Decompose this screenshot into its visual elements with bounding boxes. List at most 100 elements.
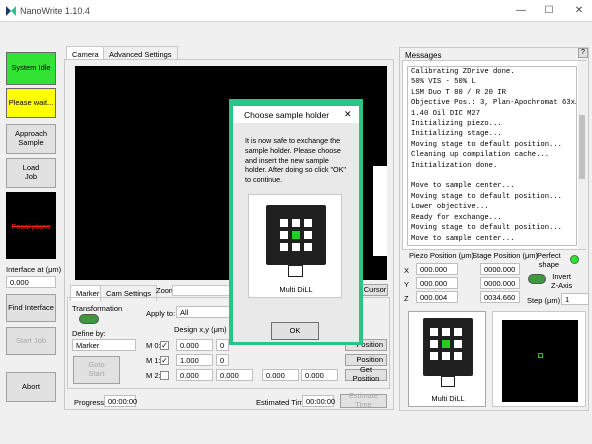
holder-well <box>304 219 312 227</box>
zoom-slider[interactable] <box>172 285 232 296</box>
app-logo-icon <box>6 6 16 16</box>
messages-scrollbar[interactable] <box>578 61 586 249</box>
axis-z-label: Z <box>404 294 409 303</box>
message-line: 1.40 Oil DIC M27 <box>411 109 481 118</box>
focal-plane-label: Focal plane <box>11 222 51 231</box>
stage-z-field: 0034.660 <box>480 291 520 303</box>
stage-map-area <box>502 320 578 402</box>
holder-option[interactable]: Multi DiLL <box>248 194 342 298</box>
holder-well <box>304 243 312 251</box>
abort-button[interactable]: Abort <box>6 372 56 402</box>
invert-z-label: Invert Z-Axis <box>551 272 573 290</box>
transformation-label: Transformation <box>72 304 123 313</box>
perfect-shape-led <box>570 255 579 264</box>
m2-y-field[interactable]: 0.000 <box>216 369 253 381</box>
m2-checkbox[interactable] <box>160 371 169 380</box>
define-by-select[interactable]: Marker <box>72 339 136 351</box>
holder-preview-tab <box>441 376 455 387</box>
holder-well <box>430 328 438 336</box>
invert-z-toggle[interactable] <box>528 274 546 284</box>
holder-well <box>442 328 450 336</box>
interface-label: Interface at (μm) <box>6 265 62 274</box>
holder-well <box>454 340 462 348</box>
interface-value-field[interactable]: 0.000 <box>6 276 56 288</box>
m0-x-field[interactable]: 0.000 <box>176 339 213 351</box>
perfect-shape-label: Perfect shape <box>537 251 561 269</box>
apply-to-select[interactable]: All <box>176 306 232 318</box>
holder-well <box>292 231 300 239</box>
m0-y-field[interactable]: 0 <box>216 339 229 351</box>
scrollbar-thumb[interactable] <box>579 115 585 179</box>
minimize-icon[interactable]: — <box>514 4 528 18</box>
window-title: NanoWrite 1.10.4 <box>20 6 90 16</box>
holder-preview-image <box>423 318 473 376</box>
message-line: Initializing stage... <box>411 130 502 139</box>
holder-preview: Multi DiLL <box>408 311 486 407</box>
stage-map <box>492 311 586 407</box>
camera-feature <box>373 166 387 256</box>
holder-well <box>280 219 288 227</box>
message-line: Moving stage to default position... <box>411 244 573 246</box>
stage-position-label: Stage Position (μm) <box>472 251 539 260</box>
help-button[interactable]: ? <box>578 48 588 58</box>
approach-sample-button[interactable]: Approach Sample <box>6 124 56 154</box>
message-line: Initialization done. <box>411 161 498 170</box>
holder-well <box>280 231 288 239</box>
find-interface-button[interactable]: Find Interface <box>6 294 56 322</box>
dialog-message: It is now safe to exchange the sample ho… <box>245 136 346 185</box>
step-label: Step (μm) <box>527 296 561 305</box>
holder-well <box>292 243 300 251</box>
piezo-x-field: 000.000 <box>416 263 458 275</box>
system-idle-indicator: System Idle <box>6 52 56 85</box>
get-position-button[interactable]: Get Position <box>345 366 387 383</box>
apply-to-label: Apply to: <box>146 309 176 318</box>
m1-y-field[interactable]: 0 <box>216 354 229 366</box>
cursor-button[interactable]: Cursor <box>362 284 388 296</box>
message-line: Cleaning up compilation cache... <box>411 151 550 160</box>
close-icon[interactable]: ✕ <box>572 4 586 18</box>
please-wait-indicator: Please wait... <box>6 88 56 118</box>
message-line: Moving stage to default position... <box>411 140 562 149</box>
axis-x-label: X <box>404 266 410 275</box>
start-job-button[interactable]: Start Job <box>6 327 56 355</box>
message-line: 50% VIS - 50% L <box>411 78 476 87</box>
holder-well <box>430 352 438 360</box>
message-line: Calibrating ZDrive done. <box>411 68 515 76</box>
holder-well <box>454 352 462 360</box>
holder-well <box>442 352 450 360</box>
ok-button[interactable]: OK <box>271 322 319 340</box>
progress-value: 00:00:00 <box>104 395 137 407</box>
m1-label: M 1: <box>146 356 161 365</box>
define-by-label: Define by: <box>72 329 106 338</box>
message-line: Objective Pos.: 3, Plan-Apochromat 63x/ <box>411 99 577 108</box>
holder-well <box>280 243 288 251</box>
piezo-z-field: 000.004 <box>416 291 458 303</box>
message-line: Moving stage to default position... <box>411 224 562 233</box>
maximize-icon[interactable]: ☐ <box>542 4 556 18</box>
title-bar: NanoWrite 1.10.4 — ☐ ✕ <box>0 0 592 22</box>
m1-position-button[interactable]: Position <box>345 354 387 366</box>
holder-image <box>266 205 326 265</box>
dialog-title-bar: Choose sample holder ✕ <box>233 106 359 123</box>
message-line: Move to sample center... <box>411 182 515 191</box>
holder-well <box>454 328 462 336</box>
estimated-time-value: 00:00:00 <box>302 395 335 407</box>
piezo-y-field: 000.000 <box>416 277 458 289</box>
m1-checkbox[interactable]: ✓ <box>160 356 169 365</box>
m2-field-4[interactable]: 0.000 <box>301 369 338 381</box>
m2-x-field[interactable]: 0.000 <box>176 369 213 381</box>
m1-x-field[interactable]: 1.000 <box>176 354 213 366</box>
message-line: Initializing piezo... <box>411 120 502 129</box>
goto-start-button[interactable]: Goto Start <box>73 356 120 384</box>
stage-x-field: 0000.000 <box>480 263 520 275</box>
messages-title: Messages <box>405 51 442 60</box>
holder-well <box>442 340 450 348</box>
transformation-toggle[interactable] <box>79 314 99 324</box>
holder-label: Multi DiLL <box>279 285 313 294</box>
load-job-button[interactable]: Load Job <box>6 158 56 188</box>
dialog-close-icon[interactable]: ✕ <box>344 109 352 120</box>
step-field[interactable]: 1 <box>561 293 589 305</box>
m2-field-3[interactable]: 0.000 <box>262 369 299 381</box>
m0-checkbox[interactable]: ✓ <box>160 341 169 350</box>
estimate-time-button[interactable]: Estimate Time <box>340 392 387 409</box>
